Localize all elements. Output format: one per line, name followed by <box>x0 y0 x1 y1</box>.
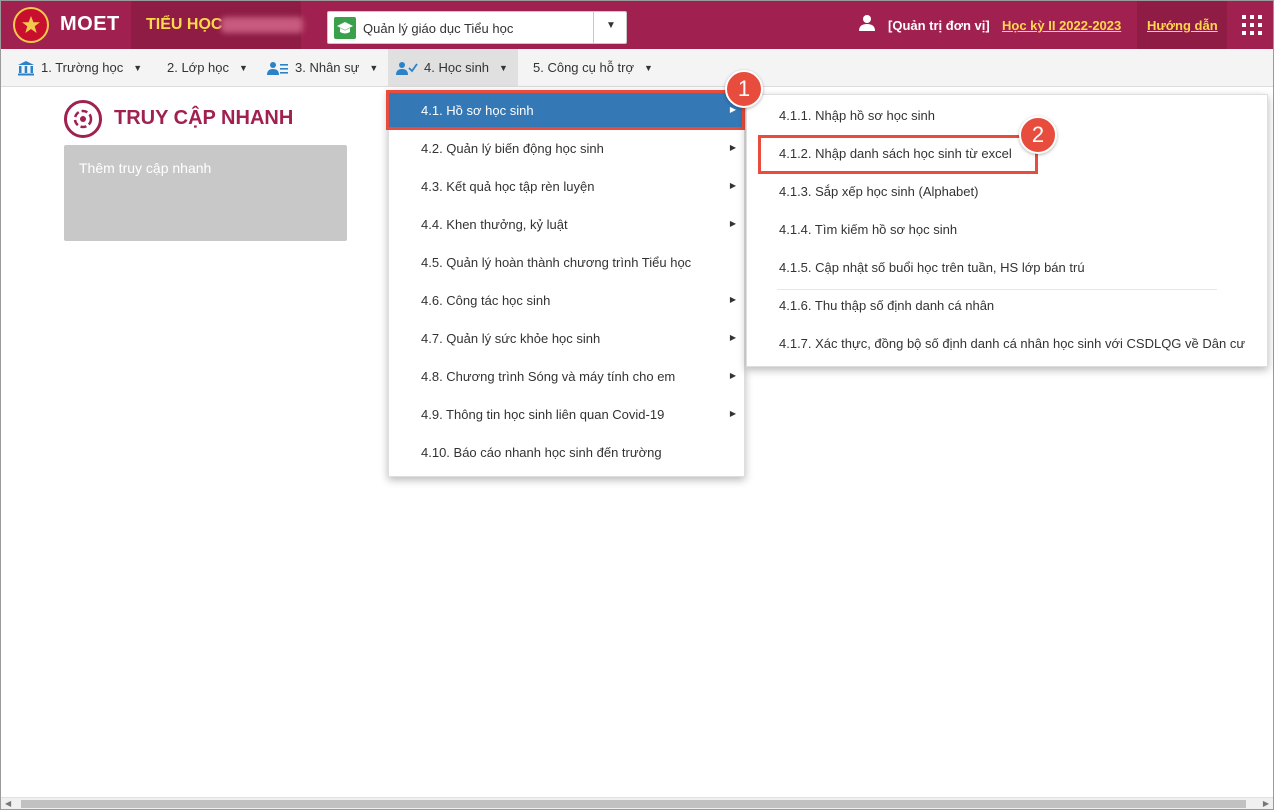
menu-item-label: 4.6. Công tác học sinh <box>421 293 551 308</box>
menu-item-label: 4.8. Chương trình Sóng và máy tính cho e… <box>421 369 676 384</box>
caret-right-icon: ▶ <box>729 333 736 342</box>
menu-item-label: 4.9. Thông tin học sinh liên quan Covid-… <box>421 407 665 422</box>
menu-item-attendance-report[interactable]: 4.10. Báo cáo nhanh học sinh đến trường <box>389 433 744 471</box>
submenu-item-label: 4.1.6. Thu thập số định danh cá nhân <box>779 298 995 313</box>
emblem-logo <box>13 7 49 43</box>
scroll-right-icon[interactable]: ▶ <box>1263 799 1269 808</box>
nav-item-school[interactable]: 1. Trường học ▼ <box>9 49 150 86</box>
main-nav: 1. Trường học ▼ 2. Lớp học ▼ 3. Nhân sự … <box>1 49 1273 87</box>
menu-item-label: 4.5. Quản lý hoàn thành chương trình Tiể… <box>421 255 692 270</box>
highlight-box-step2 <box>758 135 1038 174</box>
dashboard-icon <box>64 100 102 138</box>
submenu-item-label: 4.1.1. Nhập hồ sơ học sinh <box>779 108 935 123</box>
submenu-item-search-records[interactable]: 4.1.4. Tìm kiếm hồ sơ học sinh <box>747 212 1267 250</box>
menu-item-student-changes[interactable]: 4.2. Quản lý biến động học sinh ▶ <box>389 129 744 167</box>
caret-down-icon: ▼ <box>133 62 143 73</box>
guide-link[interactable]: Hướng dẫn <box>1147 18 1218 33</box>
menu-item-label: 4.2. Quản lý biến động học sinh <box>421 141 604 156</box>
school-level: TIỂU HỌC <box>146 16 223 33</box>
caret-down-icon: ▼ <box>644 62 653 73</box>
highlight-box-step1 <box>386 90 745 130</box>
menu-item-label: 4.10. Báo cáo nhanh học sinh đến trường <box>421 445 662 460</box>
nav-item-tools[interactable]: 5. Công cụ hỗ trợ ▼ <box>525 49 661 86</box>
school-icon <box>17 60 35 76</box>
scroll-left-icon[interactable]: ◀ <box>5 799 11 808</box>
quick-access-title: TRUY CẬP NHANH <box>114 107 294 129</box>
menu-item-label: 4.4. Khen thưởng, kỷ luật <box>421 217 568 232</box>
nav-label: 5. Công cụ hỗ trợ <box>533 60 635 75</box>
caret-right-icon: ▶ <box>729 143 736 152</box>
menu-item-label: 4.7. Quản lý sức khỏe học sinh <box>421 331 601 346</box>
nav-label: 4. Học sinh <box>424 60 490 75</box>
chevron-down-icon: ▼ <box>606 20 616 31</box>
menu-item-learning-results[interactable]: 4.3. Kết quả học tập rèn luyện ▶ <box>389 167 744 205</box>
nav-label: 2. Lớp học <box>167 60 230 75</box>
submenu-item-collect-id[interactable]: 4.1.6. Thu thập số định danh cá nhân <box>747 288 1267 326</box>
caret-down-icon: ▼ <box>239 62 248 73</box>
top-header: MOET TIỂU HỌC Quản lý giáo dục Tiểu học … <box>1 1 1273 49</box>
step-badge-2: 2 <box>1019 116 1057 154</box>
menu-item-covid-info[interactable]: 4.9. Thông tin học sinh liên quan Covid-… <box>389 395 744 433</box>
step-badge-1: 1 <box>725 70 763 108</box>
add-quick-access-tile[interactable]: Thêm truy cập nhanh <box>64 145 347 241</box>
submenu-item-label: 4.1.7. Xác thực, đồng bộ số định danh cá… <box>779 336 1246 351</box>
menu-item-student-affairs[interactable]: 4.6. Công tác học sinh ▶ <box>389 281 744 319</box>
submenu-item-label: 4.1.4. Tìm kiếm hồ sơ học sinh <box>779 222 958 237</box>
apps-grid-icon[interactable] <box>1242 15 1262 35</box>
menu-item-program-completion[interactable]: 4.5. Quản lý hoàn thành chương trình Tiể… <box>389 243 744 281</box>
student-icon <box>396 61 418 75</box>
graduation-cap-icon <box>334 17 356 39</box>
menu-item-student-health[interactable]: 4.7. Quản lý sức khỏe học sinh ▶ <box>389 319 744 357</box>
submenu-item-label: 4.1.5. Cập nhật số buổi học trên tuần, H… <box>779 260 1085 275</box>
select-toggle[interactable]: ▼ <box>593 12 626 43</box>
caret-down-icon: ▼ <box>499 62 508 73</box>
nav-item-staff[interactable]: 3. Nhân sự ▼ <box>259 49 386 86</box>
menu-item-waves-computers[interactable]: 4.8. Chương trình Sóng và máy tính cho e… <box>389 357 744 395</box>
students-menu: 4.1. Hồ sơ học sinh ▶ 4.2. Quản lý biến … <box>388 90 745 477</box>
submenu-item-verify-sync-id[interactable]: 4.1.7. Xác thực, đồng bộ số định danh cá… <box>747 326 1267 364</box>
nav-label: 1. Trường học <box>41 60 124 75</box>
nav-item-class[interactable]: 2. Lớp học ▼ <box>159 49 256 86</box>
nav-item-students[interactable]: 4. Học sinh ▼ <box>388 49 518 86</box>
app-module-select[interactable]: Quản lý giáo dục Tiểu học ▼ <box>327 11 627 44</box>
horizontal-scrollbar[interactable]: ◀ ▶ <box>1 797 1273 809</box>
user-icon[interactable] <box>858 14 876 37</box>
submenu-item-label: 4.1.3. Sắp xếp học sinh (Alphabet) <box>779 184 979 199</box>
submenu-item-enter-records[interactable]: 4.1.1. Nhập hồ sơ học sinh <box>747 98 1267 136</box>
submenu-item-update-sessions[interactable]: 4.1.5. Cập nhật số buổi học trên tuần, H… <box>747 250 1267 288</box>
brand-name[interactable]: MOET <box>60 13 120 36</box>
caret-right-icon: ▶ <box>729 181 736 190</box>
user-role[interactable]: [Quản trị đơn vị] <box>888 18 990 33</box>
caret-right-icon: ▶ <box>729 219 736 228</box>
staff-icon <box>267 61 289 75</box>
menu-item-label: 4.3. Kết quả học tập rèn luyện <box>421 179 595 194</box>
caret-right-icon: ▶ <box>729 295 736 304</box>
submenu-item-sort-alphabet[interactable]: 4.1.3. Sắp xếp học sinh (Alphabet) <box>747 174 1267 212</box>
nav-label: 3. Nhân sự <box>295 60 360 75</box>
scrollbar-thumb[interactable] <box>21 800 1246 808</box>
menu-item-rewards-discipline[interactable]: 4.4. Khen thưởng, kỷ luật ▶ <box>389 205 744 243</box>
app-select-value: Quản lý giáo dục Tiểu học <box>363 21 514 36</box>
caret-down-icon: ▼ <box>369 62 379 73</box>
semester-link[interactable]: Học kỳ II 2022-2023 <box>1002 18 1121 33</box>
caret-right-icon: ▶ <box>729 409 736 418</box>
school-name-blurred <box>221 17 303 33</box>
caret-right-icon: ▶ <box>729 371 736 380</box>
add-quick-access-label: Thêm truy cập nhanh <box>79 160 212 176</box>
